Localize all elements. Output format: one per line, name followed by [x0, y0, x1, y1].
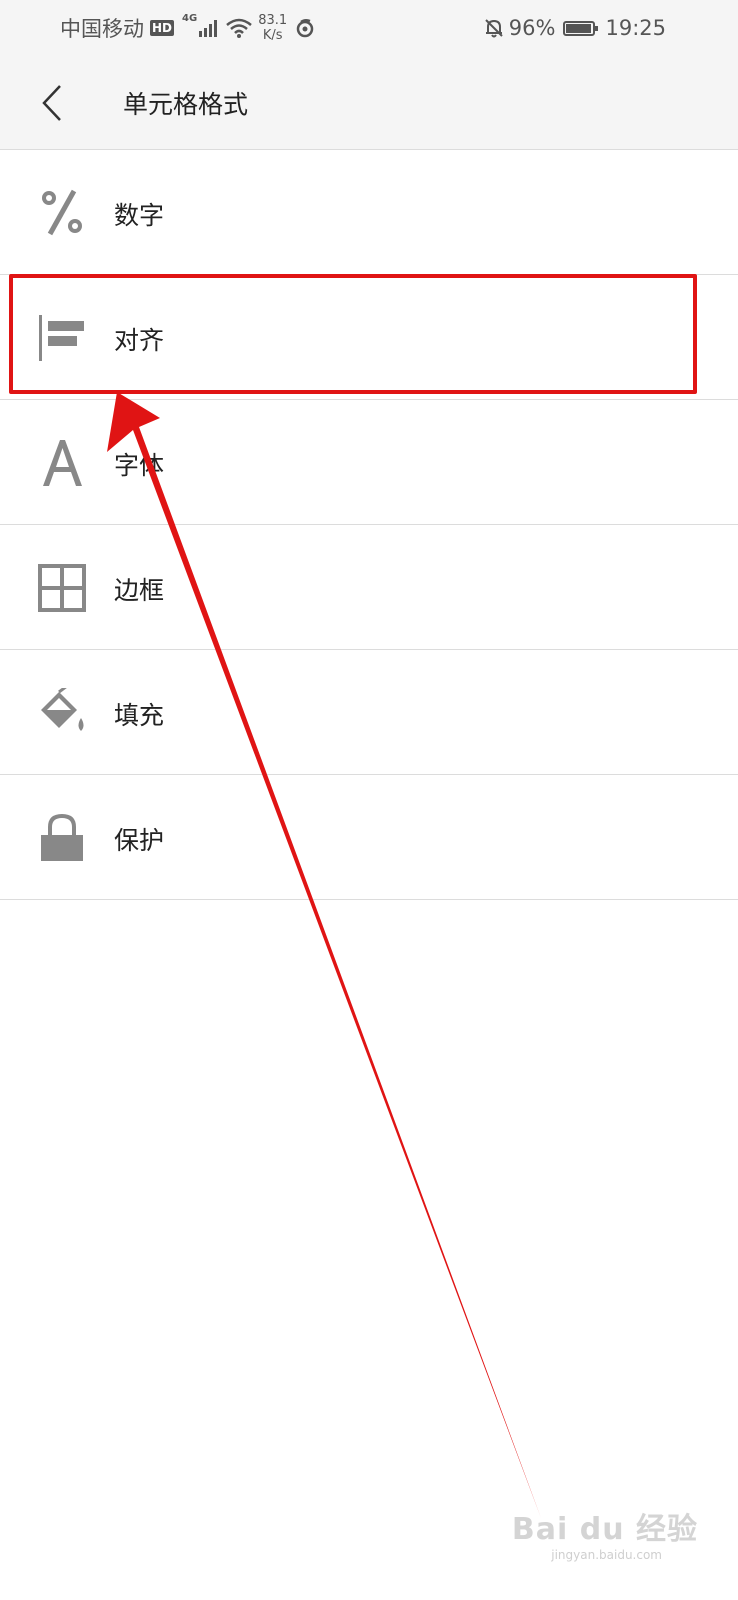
format-menu-list: 数字 对齐 字体 边框 填充 保护 [0, 150, 738, 900]
wifi-icon [226, 18, 252, 38]
menu-item-fill[interactable]: 填充 [0, 650, 738, 775]
menu-item-protection[interactable]: 保护 [0, 775, 738, 900]
network-type: 4G [182, 13, 198, 24]
status-bar: 中国移动 HD 4G 83.1 K/s 96% 19:25 [0, 0, 738, 56]
font-icon [37, 438, 87, 488]
annotation-highlight-box [9, 274, 697, 394]
battery-icon [563, 20, 599, 36]
app-header: 单元格格式 [0, 56, 738, 150]
menu-item-label: 填充 [114, 701, 165, 730]
speed-value: 83.1 [258, 13, 288, 28]
menu-item-label: 边框 [114, 576, 165, 605]
signal-icon [199, 20, 218, 37]
carrier-name: 中国移动 [60, 17, 144, 41]
menu-item-label: 字体 [114, 451, 165, 480]
menu-item-label: 保护 [114, 826, 165, 855]
percent-icon [37, 188, 87, 238]
menu-item-label: 数字 [114, 201, 165, 230]
watermark-url: jingyan.baidu.com [551, 1548, 662, 1562]
watermark: Bai du 经验 jingyan.baidu.com [512, 1504, 698, 1562]
menu-item-border[interactable]: 边框 [0, 525, 738, 650]
app-notification-icon [296, 18, 314, 38]
speed-unit: K/s [262, 28, 283, 43]
menu-item-number[interactable]: 数字 [0, 150, 738, 275]
network-speed: 83.1 K/s [258, 13, 287, 43]
battery-percent: 96% [508, 16, 556, 40]
clock: 19:25 [605, 16, 666, 40]
watermark-logo: Bai du 经验 [511, 1512, 698, 1547]
back-button[interactable] [30, 78, 80, 128]
status-right: 96% 19:25 [483, 13, 666, 43]
border-grid-icon [37, 563, 87, 613]
bell-muted-icon [485, 19, 503, 38]
chevron-left-icon [42, 85, 61, 121]
hd-badge: HD [150, 20, 175, 36]
lock-icon [37, 813, 87, 863]
fill-bucket-icon [37, 688, 87, 738]
menu-item-font[interactable]: 字体 [0, 400, 738, 525]
page-title: 单元格格式 [123, 90, 249, 119]
status-left: 中国移动 HD 4G 83.1 K/s [60, 13, 315, 43]
